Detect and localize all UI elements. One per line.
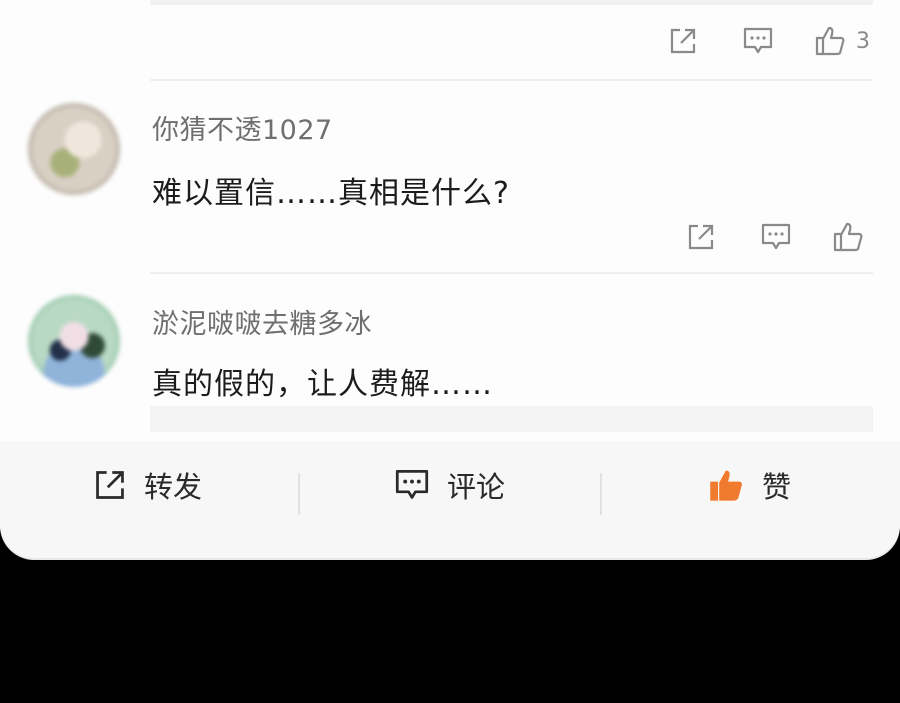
divider [150, 79, 873, 81]
repost-label: 转发 [144, 470, 203, 504]
comment-icon[interactable] [760, 222, 792, 252]
repost-button[interactable]: 转发 [92, 441, 202, 529]
bottom-action-bar: 转发 评论 赞 [0, 441, 900, 558]
comment-icon[interactable] [742, 26, 774, 56]
avatar[interactable] [28, 103, 120, 195]
thumbs-up-icon [710, 470, 742, 501]
share-icon[interactable] [686, 222, 716, 252]
quoted-content-block [150, 406, 873, 432]
like-button[interactable]: 赞 [708, 441, 791, 529]
divider [150, 272, 873, 274]
thumbs-up-icon[interactable] [832, 221, 866, 253]
screen: 3 你猜不透1027 难以置信……真相是什么? 淤泥啵啵去糖多冰 真的假的，让人… [0, 0, 900, 703]
like-button[interactable]: 3 [814, 25, 870, 57]
share-icon[interactable] [668, 26, 698, 56]
comment-actions [686, 221, 870, 253]
comment-text: 真的假的，让人费解…… [152, 367, 493, 402]
comment-button[interactable]: 评论 [393, 441, 505, 529]
comment-actions-prev: 3 [668, 25, 870, 57]
like-count: 3 [856, 28, 870, 54]
comment-username[interactable]: 你猜不透1027 [152, 108, 333, 147]
comment-label: 评论 [447, 470, 506, 504]
comment-icon [395, 470, 429, 499]
separator [298, 473, 300, 515]
avatar[interactable] [28, 295, 120, 387]
comment-username[interactable]: 淤泥啵啵去糖多冰 [152, 302, 372, 341]
share-icon [96, 471, 124, 499]
thumbs-up-icon [815, 26, 845, 56]
like-label: 赞 [762, 470, 792, 504]
separator [600, 473, 602, 515]
comment-text: 难以置信……真相是什么? [152, 176, 510, 211]
previous-quote-block [150, 0, 873, 5]
comment-card: 3 你猜不透1027 难以置信……真相是什么? 淤泥啵啵去糖多冰 真的假的，让人… [0, 0, 900, 558]
